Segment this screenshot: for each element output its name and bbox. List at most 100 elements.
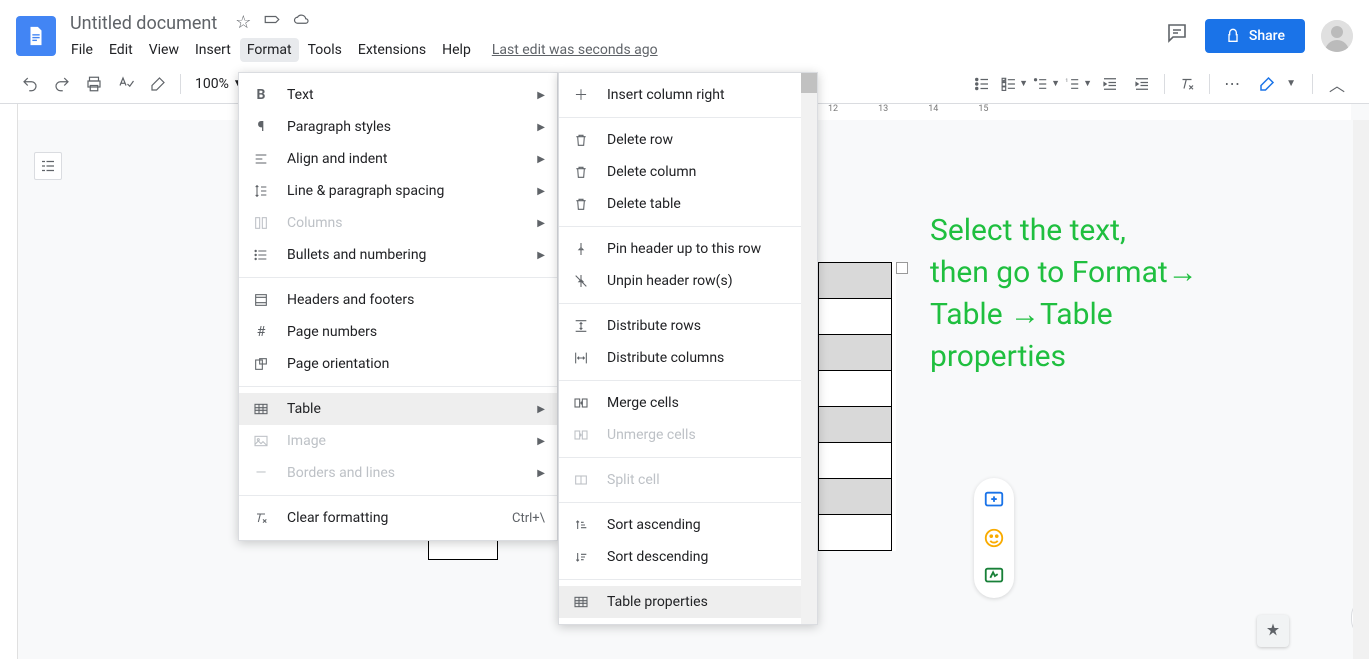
bold-icon: B (251, 85, 271, 105)
menu-item-clear-formatting[interactable]: Clear formattingCtrl+\ (239, 502, 557, 534)
line-spacing-icon (251, 181, 271, 201)
submenu-distribute-columns[interactable]: Distribute columns (559, 342, 817, 374)
clear-format-icon (251, 508, 271, 528)
submenu-table-properties[interactable]: Table properties (559, 586, 817, 618)
trash-icon (571, 194, 591, 214)
menu-file[interactable]: File (64, 38, 100, 62)
menu-item-page-numbers[interactable]: #Page numbers (239, 316, 557, 348)
orientation-icon (251, 354, 271, 374)
menu-help[interactable]: Help (435, 38, 478, 62)
increase-indent-button[interactable] (1128, 70, 1156, 98)
menu-item-bullets-numbering[interactable]: Bullets and numbering▶ (239, 239, 557, 271)
menu-item-headers-footers[interactable]: Headers and footers (239, 284, 557, 316)
menu-item-table[interactable]: Table▶ (239, 393, 557, 425)
table-cell[interactable] (819, 407, 892, 443)
sort-asc-icon (571, 515, 591, 535)
submenu-delete-table[interactable]: Delete table (559, 188, 817, 220)
vertical-scrollbar[interactable] (1353, 120, 1369, 659)
docs-logo[interactable] (16, 16, 56, 56)
clear-formatting-button[interactable] (1173, 70, 1201, 98)
submenu-delete-row[interactable]: Delete row (559, 124, 817, 156)
more-button[interactable]: ⋯ (1218, 70, 1246, 98)
share-button[interactable]: Share (1205, 19, 1305, 53)
svg-text:1: 1 (1066, 77, 1069, 83)
menu-item-columns: Columns▶ (239, 207, 557, 239)
document-table[interactable] (818, 262, 892, 551)
move-icon[interactable] (263, 12, 281, 35)
menu-item-page-orientation[interactable]: Page orientation (239, 348, 557, 380)
distribute-columns-icon (571, 348, 591, 368)
star-icon[interactable]: ☆ (235, 12, 251, 35)
table-submenu-dropdown: ＋Insert column right Delete row Delete c… (558, 72, 818, 625)
document-page[interactable] (818, 262, 896, 551)
numbered-list-dropdown[interactable]: 1▼ (1064, 70, 1092, 98)
table-cell[interactable] (819, 515, 892, 551)
lock-icon (1225, 28, 1241, 44)
bullet-list-dropdown[interactable]: ▼ (1032, 70, 1060, 98)
submenu-sort-descending[interactable]: Sort descending (559, 541, 817, 573)
submenu-unpin-header[interactable]: Unpin header row(s) (559, 265, 817, 297)
submenu-scrollbar[interactable] (801, 73, 817, 624)
submenu-split-cell: Split cell (559, 464, 817, 496)
table-cell[interactable] (819, 335, 892, 371)
menu-format[interactable]: Format (240, 38, 299, 62)
cloud-icon[interactable] (293, 12, 311, 35)
add-emoji-button[interactable] (982, 526, 1006, 550)
submenu-pin-header[interactable]: Pin header up to this row (559, 233, 817, 265)
distribute-rows-icon (571, 316, 591, 336)
checklist-button[interactable]: ▼ (1000, 70, 1028, 98)
bulleted-list-button[interactable] (968, 70, 996, 98)
submenu-delete-column[interactable]: Delete column (559, 156, 817, 188)
split-icon (571, 470, 591, 490)
document-outline-button[interactable] (34, 152, 62, 180)
last-edit-link[interactable]: Last edit was seconds ago (492, 42, 658, 58)
redo-button[interactable] (48, 70, 76, 98)
document-title[interactable]: Untitled document (64, 11, 223, 36)
submenu-sort-ascending[interactable]: Sort ascending (559, 509, 817, 541)
menu-item-line-spacing[interactable]: Line & paragraph spacing▶ (239, 175, 557, 207)
menu-item-text[interactable]: BText▶ (239, 79, 557, 111)
table-cell[interactable] (428, 540, 498, 560)
table-cell[interactable] (819, 371, 892, 407)
menu-edit[interactable]: Edit (102, 38, 140, 62)
table-select-handle[interactable] (896, 262, 908, 274)
menu-insert[interactable]: Insert (188, 38, 238, 62)
menu-item-paragraph-styles[interactable]: ¶Paragraph styles▶ (239, 111, 557, 143)
suggest-edits-button[interactable] (982, 564, 1006, 588)
trash-icon (571, 130, 591, 150)
table-cell[interactable] (819, 443, 892, 479)
pin-icon (571, 239, 591, 259)
table-cell[interactable] (819, 479, 892, 515)
add-comment-button[interactable] (982, 488, 1006, 512)
docs-icon (25, 22, 47, 50)
image-icon (251, 431, 271, 451)
list-icon (251, 245, 271, 265)
menu-extensions[interactable]: Extensions (351, 38, 433, 62)
submenu-distribute-rows[interactable]: Distribute rows (559, 310, 817, 342)
share-label: Share (1249, 28, 1285, 44)
trash-icon (571, 162, 591, 182)
editing-mode-button[interactable]: ▼ (1250, 71, 1304, 97)
print-button[interactable] (80, 70, 108, 98)
account-avatar[interactable] (1321, 20, 1353, 52)
merge-icon (571, 393, 591, 413)
submenu-insert-column-right[interactable]: ＋Insert column right (559, 79, 817, 111)
menu-view[interactable]: View (142, 38, 186, 62)
table-icon (251, 399, 271, 419)
explore-button[interactable] (1257, 615, 1289, 647)
decrease-indent-button[interactable] (1096, 70, 1124, 98)
submenu-merge-cells[interactable]: Merge cells (559, 387, 817, 419)
unpin-icon (571, 271, 591, 291)
menu-item-image: Image▶ (239, 425, 557, 457)
undo-button[interactable] (16, 70, 44, 98)
sort-desc-icon (571, 547, 591, 567)
comment-history-button[interactable] (1165, 21, 1189, 51)
table-cell[interactable] (819, 299, 892, 335)
menu-item-align-indent[interactable]: Align and indent▶ (239, 143, 557, 175)
align-icon (251, 149, 271, 169)
table-cell[interactable] (819, 263, 892, 299)
paint-format-button[interactable] (144, 70, 172, 98)
spellcheck-button[interactable] (112, 70, 140, 98)
hide-menus-button[interactable]: ︿ (1321, 72, 1353, 96)
menu-tools[interactable]: Tools (301, 38, 349, 62)
